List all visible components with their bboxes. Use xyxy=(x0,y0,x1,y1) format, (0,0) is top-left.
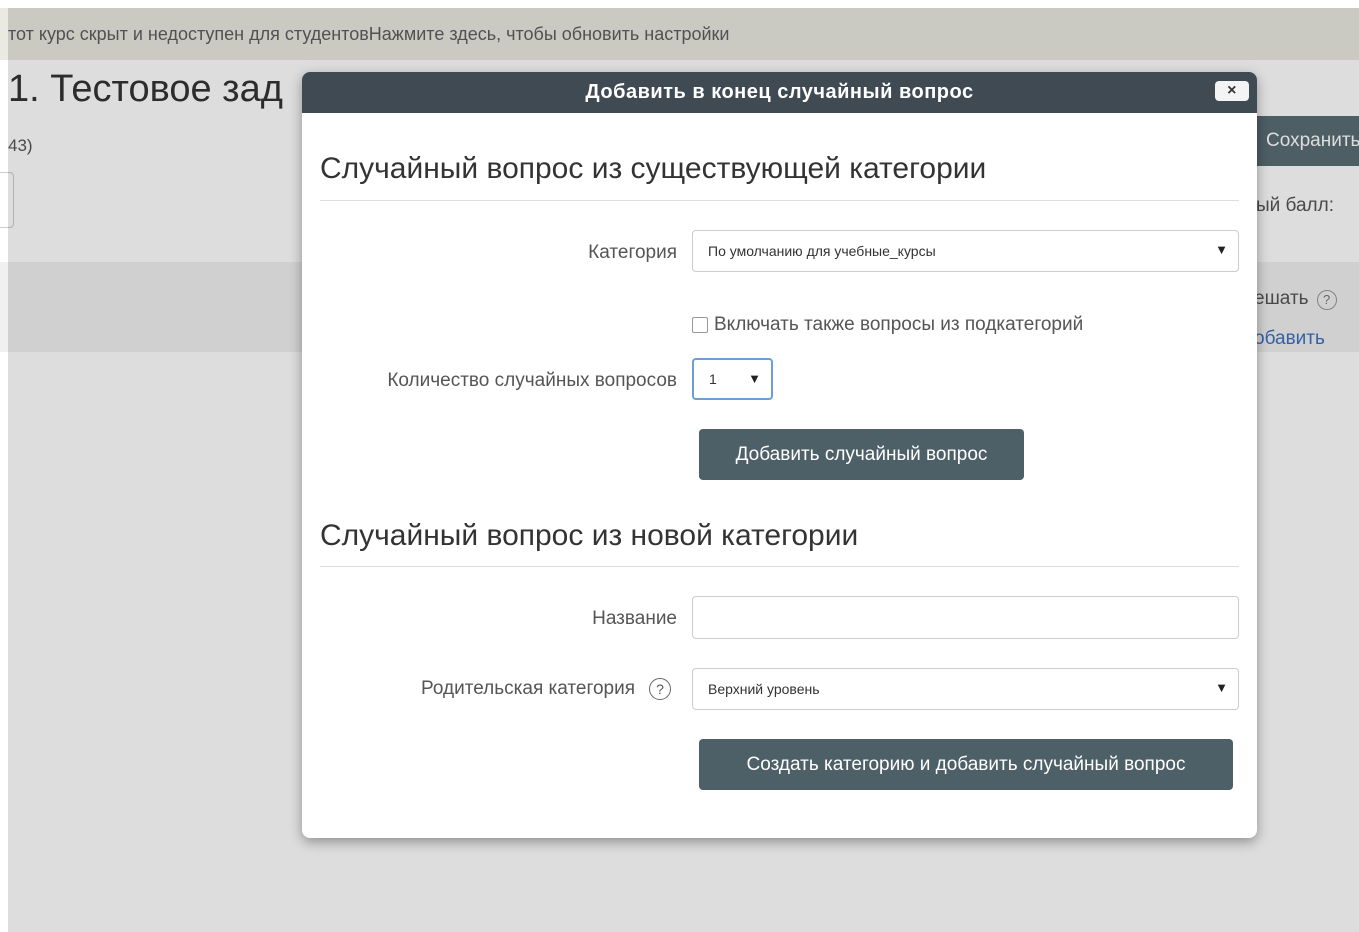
include-subcategories-checkbox[interactable] xyxy=(692,317,708,333)
create-category-button[interactable]: Создать категорию и добавить случайный в… xyxy=(699,739,1233,790)
name-label: Название xyxy=(592,608,677,629)
chevron-down-icon: ▼ xyxy=(748,371,761,386)
chevron-down-icon: ▼ xyxy=(1215,680,1228,695)
question-count-select[interactable]: 1 ▼ xyxy=(692,358,773,400)
new-category-heading: Случайный вопрос из новой категории xyxy=(320,519,859,552)
chevron-down-icon: ▼ xyxy=(1215,242,1228,257)
question-count-label: Количество случайных вопросов xyxy=(387,370,677,391)
category-name-input[interactable] xyxy=(692,596,1239,639)
close-button[interactable]: × xyxy=(1215,81,1249,101)
divider xyxy=(320,566,1239,567)
question-count-value: 1 xyxy=(709,371,717,387)
divider xyxy=(320,200,1239,201)
add-random-question-button[interactable]: Добавить случайный вопрос xyxy=(699,429,1024,480)
close-icon: × xyxy=(1227,82,1237,99)
parent-category-text: Родительская категория xyxy=(421,678,635,700)
parent-category-value: Верхний уровень xyxy=(708,681,820,697)
existing-category-heading: Случайный вопрос из существующей категор… xyxy=(320,152,987,185)
dialog-header: Добавить в конец случайный вопрос × xyxy=(302,72,1257,113)
dialog-title: Добавить в конец случайный вопрос xyxy=(585,81,974,103)
category-select[interactable]: По умолчанию для учебные_курсы ▼ xyxy=(692,230,1239,272)
add-random-question-dialog: Добавить в конец случайный вопрос × Случ… xyxy=(302,72,1257,838)
category-label: Категория xyxy=(588,242,677,263)
include-subcategories-row[interactable]: Включать также вопросы из подкатегорий xyxy=(692,314,1083,336)
help-icon[interactable]: ? xyxy=(649,678,671,700)
include-subcategories-label[interactable]: Включать также вопросы из подкатегорий xyxy=(714,314,1083,336)
parent-category-label: Родительская категория? xyxy=(421,678,671,700)
parent-category-select[interactable]: Верхний уровень ▼ xyxy=(692,668,1239,710)
category-select-value: По умолчанию для учебные_курсы xyxy=(708,243,936,259)
